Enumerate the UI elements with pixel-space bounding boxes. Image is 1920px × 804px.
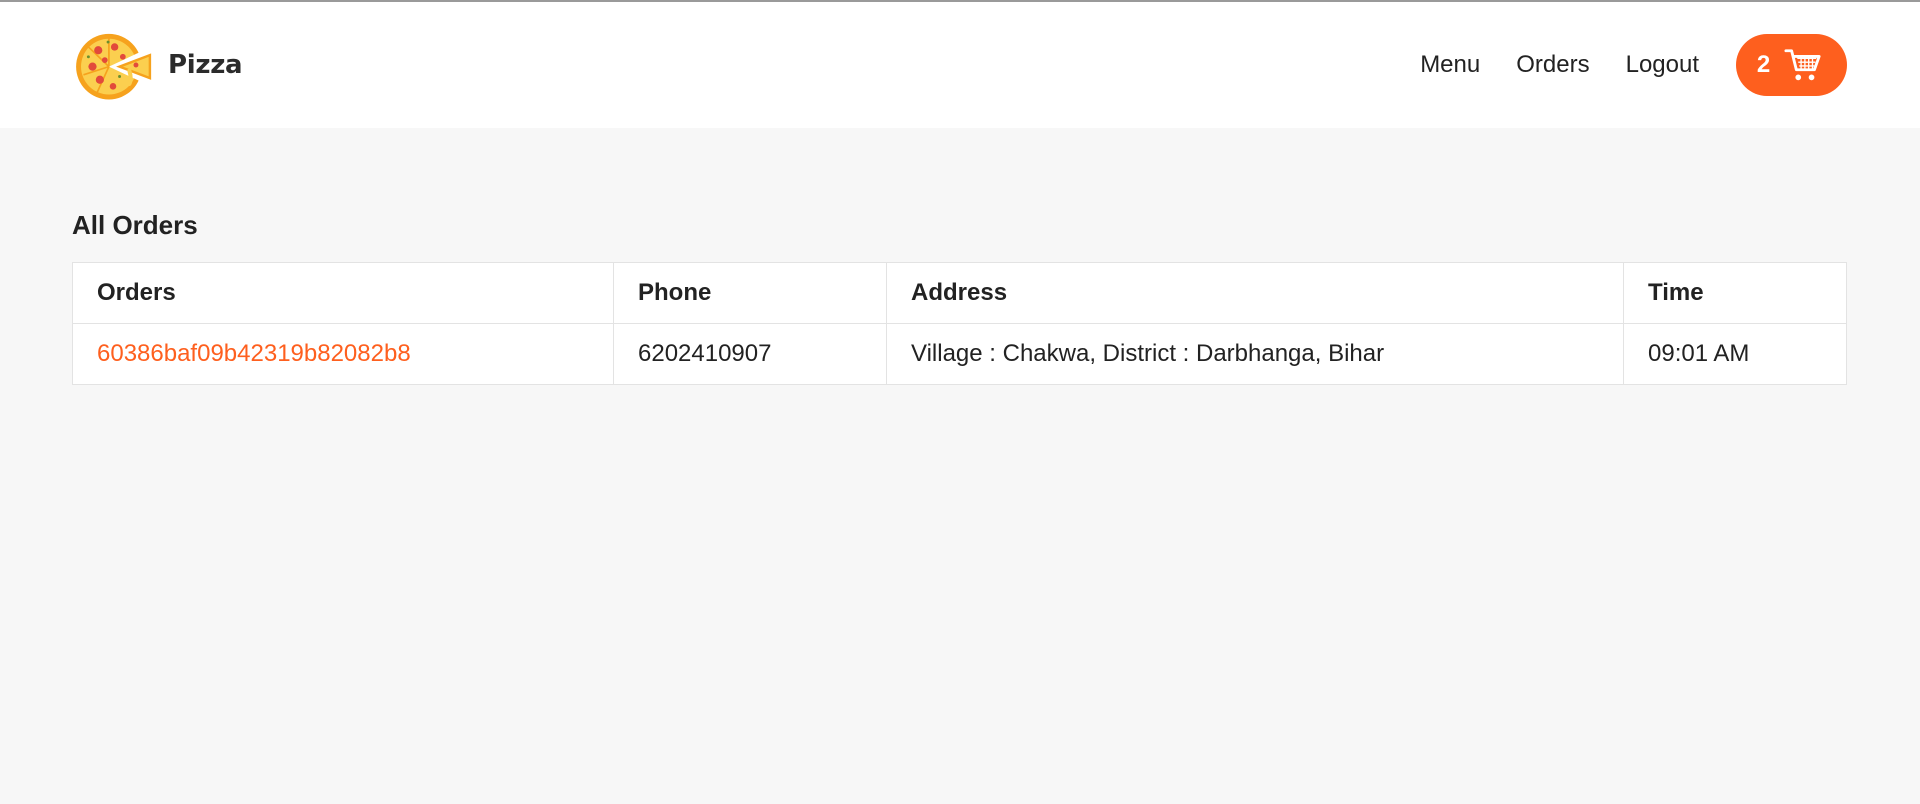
header-time: Time — [1623, 262, 1847, 324]
page-title: All Orders — [72, 210, 198, 240]
header-address: Address — [886, 262, 1624, 324]
navbar: Pizza Menu Orders Logout 2 — [0, 2, 1920, 128]
table-row: 60386baf09b42319b82082b8 6202410907 Vill… — [72, 323, 1847, 385]
nav-menu-link[interactable]: Menu — [1420, 51, 1480, 79]
phone-cell: 6202410907 — [613, 323, 887, 385]
time-cell: 09:01 AM — [1623, 323, 1847, 385]
nav-orders-link[interactable]: Orders — [1516, 51, 1589, 79]
cart-count-badge: 2 — [1756, 51, 1771, 78]
cart-icon — [1784, 49, 1821, 81]
cart-button[interactable]: 2 — [1736, 34, 1847, 96]
header-phone: Phone — [613, 262, 887, 324]
pizza-icon — [76, 33, 152, 100]
address-cell: Village : Chakwa, District : Darbhanga, … — [886, 323, 1624, 385]
header-orders: Orders — [72, 262, 614, 324]
main-nav: Menu Orders Logout 2 — [1384, 34, 1847, 96]
orders-table: Orders Phone Address Time 60386baf09b423… — [72, 262, 1847, 385]
order-id-cell: 60386baf09b42319b82082b8 — [72, 323, 614, 385]
nav-logout-link[interactable]: Logout — [1626, 51, 1699, 79]
main-content: All Orders Orders Phone Address Time 603… — [0, 128, 1920, 385]
order-id-link[interactable]: 60386baf09b42319b82082b8 — [97, 340, 411, 367]
brand-link[interactable]: Pizza — [72, 24, 243, 106]
brand-name: Pizza — [168, 50, 243, 80]
table-header-row: Orders Phone Address Time — [72, 262, 1847, 324]
